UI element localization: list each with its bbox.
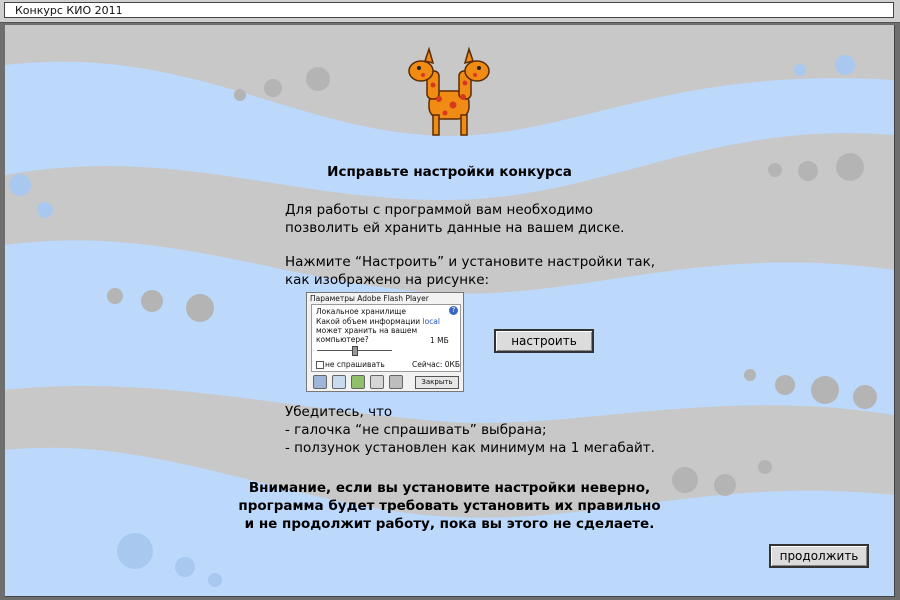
flash-storage-panel: ? Локальное хранилище Какой объем информ… [311,304,461,372]
page-heading: Исправьте настройки конкурса [327,164,572,180]
intro-line-2: позволить ей хранить данные на вашем дис… [285,220,625,236]
window-title: Конкурс КИО 2011 [4,2,894,18]
dont-ask-checkbox [316,361,324,369]
flash-dialog-title: Параметры Adobe Flash Player [310,294,429,303]
flash-tab-icons [313,375,408,391]
title-bar: Конкурс КИО 2011 [0,0,900,23]
flash-question-line-2: может хранить на вашем [316,326,418,335]
warning-line-3: и не продолжит работу, пока вы этого не … [244,516,655,532]
flash-question-line-1: Какой объем информации local [316,317,440,326]
content-area: Исправьте настройки конкурса Для работы … [5,25,895,597]
folder-icon [351,375,365,389]
checklist-line-1: Убедитесь, что [285,404,393,420]
configure-button[interactable]: настроить [494,329,594,353]
warning-line-2: программа будет требовать установить их … [238,498,661,514]
flash-close-button: Закрыть [415,376,459,389]
privacy-icon [313,375,327,389]
instruction-line-2: как изображено на рисунке: [285,272,490,288]
storage-icon [332,375,346,389]
flash-domain-highlight: local [422,317,440,326]
warning-text: Внимание, если вы установите настройки н… [5,479,894,533]
flash-section-label: Локальное хранилище [316,307,406,316]
dont-ask-label: не спрашивать [325,360,385,369]
flash-limit-value: 1 МБ [430,336,449,345]
storage-slider-thumb [352,346,358,356]
warning-line-1: Внимание, если вы установите настройки н… [248,480,651,496]
continue-button[interactable]: продолжить [769,544,869,568]
current-usage-label: Сейчас: 0КБ [412,360,461,369]
checklist-line-3: - ползунок установлен как минимум на 1 м… [285,440,655,456]
microphone-icon [370,375,384,389]
intro-line-1: Для работы с программой вам необходимо [285,202,594,218]
flash-settings-example-image: Параметры Adobe Flash Player ? Локальное… [306,292,464,392]
instruction-line-1: Нажмите “Настроить” и установите настрой… [285,254,656,270]
camera-icon [389,375,403,389]
flash-question-text: Какой объем информации [316,317,421,326]
help-icon: ? [449,306,458,315]
two-headed-horse-mascot [408,46,490,136]
checklist-line-2: - галочка “не спрашивать” выбрана; [285,422,547,438]
flash-question-line-3: компьютере? [316,335,369,344]
